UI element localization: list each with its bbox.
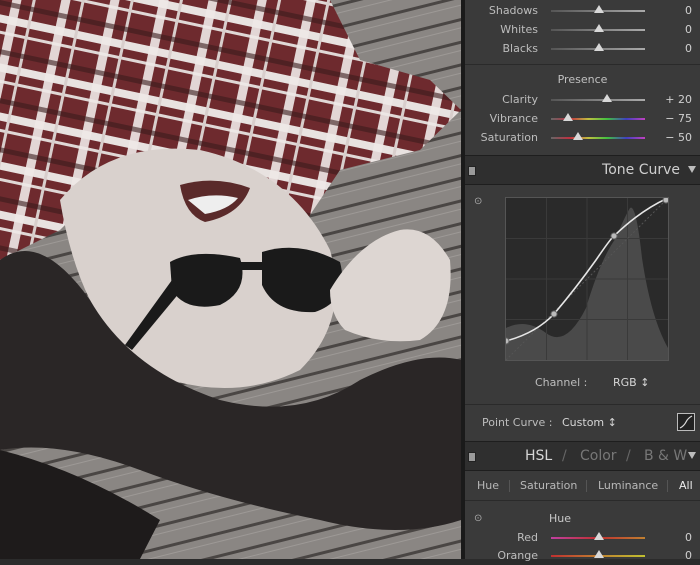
subtab-divider: [667, 480, 668, 492]
slider-label: Vibrance: [489, 112, 538, 125]
slider-whites[interactable]: Whites 0: [465, 21, 700, 39]
slider-value[interactable]: 0: [685, 23, 692, 36]
slider-label: Orange: [497, 549, 538, 562]
slider-thumb[interactable]: [594, 550, 604, 558]
slider-label: Saturation: [480, 131, 538, 144]
target-adjust-icon[interactable]: ⊙: [474, 196, 482, 207]
section-divider: [465, 500, 700, 501]
panel-toggle-icon[interactable]: [468, 166, 476, 176]
tone-curve-graph[interactable]: [502, 196, 670, 361]
curve-svg: [502, 196, 670, 361]
collapse-triangle-icon[interactable]: [688, 166, 696, 173]
subtab-divider: [586, 480, 587, 492]
point-curve-label: Point Curve :: [482, 416, 553, 429]
develop-panel: Shadows 0 Whites 0 Blacks 0 Presence Cla…: [465, 0, 700, 562]
slider-thumb[interactable]: [594, 43, 604, 51]
subtab-all[interactable]: All: [679, 479, 693, 492]
target-adjust-icon[interactable]: ⊙: [474, 513, 482, 524]
panel-toggle-icon[interactable]: [468, 452, 476, 462]
tab-separator: /: [626, 448, 631, 464]
slider-value[interactable]: 0: [685, 4, 692, 17]
slider-value[interactable]: 0: [685, 531, 692, 544]
hue-group-title: Hue: [549, 512, 572, 525]
slider-value[interactable]: − 75: [665, 112, 692, 125]
edit-point-curve-button[interactable]: [677, 413, 695, 431]
section-divider: [465, 404, 700, 405]
tab-hsl[interactable]: HSL: [525, 448, 552, 464]
slider-thumb[interactable]: [594, 532, 604, 540]
slider-thumb[interactable]: [594, 24, 604, 32]
tab-bw[interactable]: B & W: [644, 448, 687, 464]
slider-thumb[interactable]: [573, 132, 583, 140]
photo-image: [0, 0, 461, 559]
point-curve-select[interactable]: Custom ↕: [562, 416, 617, 429]
slider-label: Shadows: [488, 4, 538, 17]
slider-clarity[interactable]: Clarity + 20: [465, 91, 700, 109]
slider-value[interactable]: 0: [685, 42, 692, 55]
subtab-luminance[interactable]: Luminance: [598, 479, 658, 492]
tab-separator: /: [562, 448, 567, 464]
slider-hue-orange[interactable]: Orange 0: [465, 547, 700, 565]
slider-vibrance[interactable]: Vibrance − 75: [465, 110, 700, 128]
photo-preview: [0, 0, 461, 559]
collapse-triangle-icon[interactable]: [688, 452, 696, 459]
slider-value[interactable]: − 50: [665, 131, 692, 144]
subtab-divider: [509, 480, 510, 492]
slider-label: Blacks: [502, 42, 539, 55]
channel-label: Channel :: [535, 376, 588, 389]
slider-thumb[interactable]: [563, 113, 573, 121]
slider-hue-red[interactable]: Red 0: [465, 529, 700, 547]
slider-blacks[interactable]: Blacks 0: [465, 40, 700, 58]
subtab-hue[interactable]: Hue: [477, 479, 499, 492]
slider-shadows[interactable]: Shadows 0: [465, 2, 700, 20]
subtab-saturation[interactable]: Saturation: [520, 479, 577, 492]
slider-value[interactable]: + 20: [665, 93, 692, 106]
slider-value[interactable]: 0: [685, 549, 692, 562]
tab-color[interactable]: Color: [580, 448, 617, 464]
curve-edit-icon: [679, 415, 693, 429]
slider-thumb[interactable]: [594, 5, 604, 13]
tone-curve-header[interactable]: Tone Curve: [465, 155, 700, 185]
slider-track[interactable]: [551, 137, 645, 139]
slider-label: Whites: [500, 23, 538, 36]
slider-label: Red: [517, 531, 538, 544]
channel-select[interactable]: RGB ↕: [613, 376, 649, 389]
slider-track[interactable]: [551, 99, 645, 101]
tone-curve-title: Tone Curve: [602, 162, 680, 178]
presence-title: Presence: [557, 73, 608, 86]
slider-label: Clarity: [502, 93, 538, 106]
section-divider: [465, 64, 700, 65]
slider-thumb[interactable]: [602, 94, 612, 102]
slider-saturation[interactable]: Saturation − 50: [465, 129, 700, 147]
